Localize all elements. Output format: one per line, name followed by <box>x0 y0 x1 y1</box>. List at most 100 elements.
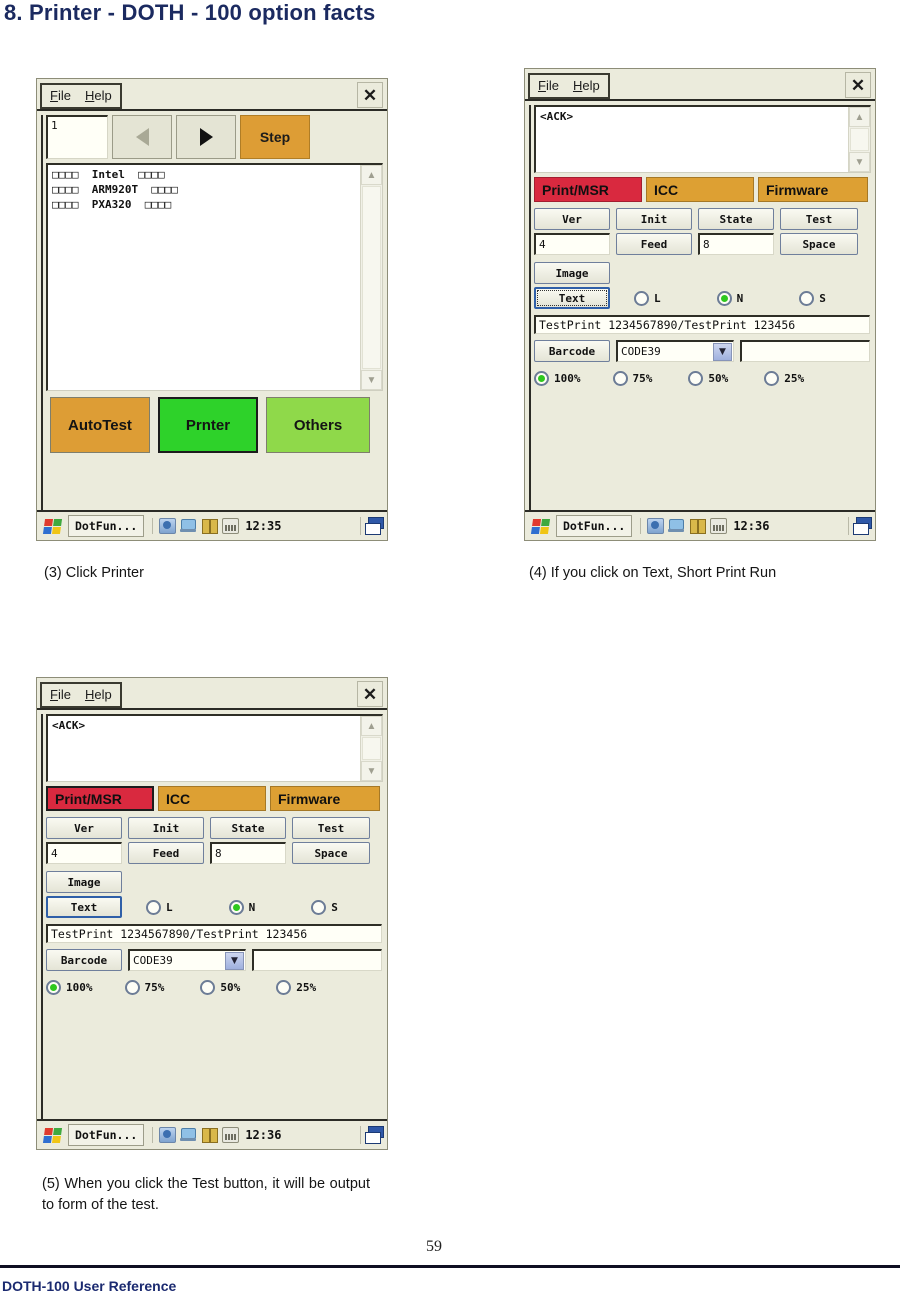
image-button[interactable]: Image <box>534 262 610 284</box>
tab-firmware[interactable]: Firmware <box>270 786 380 811</box>
state-button[interactable]: State <box>210 817 286 839</box>
space-button[interactable]: Space <box>292 842 370 864</box>
menu-item-help[interactable]: Help <box>85 687 112 702</box>
battery-icon[interactable] <box>201 518 219 534</box>
radio-scale-50[interactable]: 50% <box>200 980 240 995</box>
scroll-down-icon[interactable]: ▼ <box>849 152 870 172</box>
scrollbar-vertical[interactable]: ▲ ▼ <box>360 716 382 781</box>
text-button[interactable]: Text <box>534 287 610 309</box>
test-string-input[interactable]: TestPrint 1234567890/TestPrint 123456 <box>534 315 870 334</box>
menu-item-help[interactable]: Help <box>85 88 112 103</box>
radio-dot-25[interactable] <box>276 980 292 995</box>
scroll-up-icon[interactable]: ▲ <box>361 716 382 736</box>
taskbar-app-button[interactable]: DotFun... <box>68 1124 145 1146</box>
printer-button[interactable]: Prnter <box>158 397 258 453</box>
scrollbar-vertical[interactable]: ▲ ▼ <box>848 107 870 172</box>
radio-size-s[interactable]: S <box>799 290 826 306</box>
init-button[interactable]: Init <box>616 208 692 230</box>
taskbar-clock[interactable]: 12:36 <box>245 1128 281 1142</box>
radio-size-s[interactable]: S <box>311 899 338 915</box>
test-button[interactable]: Test <box>292 817 370 839</box>
start-button[interactable] <box>40 1124 64 1146</box>
barcode-value-input[interactable] <box>740 340 870 362</box>
barcode-type-select[interactable]: CODE39 ▼ <box>128 949 246 971</box>
network-icon[interactable] <box>159 1127 177 1143</box>
feed-input[interactable]: 4 <box>534 233 610 255</box>
network-icon[interactable] <box>159 518 177 534</box>
feed-button[interactable]: Feed <box>616 233 692 255</box>
menu-item-file[interactable]: File <box>50 687 71 702</box>
scroll-track[interactable] <box>850 128 869 151</box>
space-button[interactable]: Space <box>780 233 858 255</box>
feed-input[interactable]: 4 <box>46 842 122 864</box>
monitor-icon[interactable] <box>668 518 685 534</box>
taskbar-app-button[interactable]: DotFun... <box>68 515 145 537</box>
menu-item-help[interactable]: Help <box>573 78 600 93</box>
tab-icc[interactable]: ICC <box>646 177 754 202</box>
radio-scale-100[interactable]: 100% <box>534 371 581 386</box>
test-button[interactable]: Test <box>780 208 858 230</box>
keyboard-icon[interactable] <box>222 1127 240 1143</box>
radio-dot-100[interactable] <box>46 980 61 995</box>
feed-button[interactable]: Feed <box>128 842 204 864</box>
prev-arrow-button[interactable] <box>112 115 172 159</box>
radio-dot-s[interactable] <box>799 290 815 306</box>
radio-dot-n[interactable] <box>716 290 732 306</box>
radio-dot-50[interactable] <box>688 371 704 386</box>
chevron-down-icon[interactable]: ▼ <box>225 951 244 970</box>
taskbar-app-button[interactable]: DotFun... <box>556 515 633 537</box>
scrollbar-vertical[interactable]: ▲ ▼ <box>360 165 382 390</box>
scroll-down-icon[interactable]: ▼ <box>361 761 382 781</box>
window-switcher-icon[interactable] <box>360 517 384 535</box>
scroll-up-icon[interactable]: ▲ <box>849 107 870 127</box>
close-icon[interactable]: ✕ <box>357 681 383 707</box>
radio-size-n[interactable]: N <box>716 290 743 306</box>
scroll-up-icon[interactable]: ▲ <box>361 165 382 185</box>
barcode-button[interactable]: Barcode <box>46 949 122 971</box>
radio-scale-50[interactable]: 50% <box>688 371 728 386</box>
radio-scale-75[interactable]: 75% <box>124 980 164 995</box>
tab-icc[interactable]: ICC <box>158 786 266 811</box>
state-button[interactable]: State <box>698 208 774 230</box>
taskbar-clock[interactable]: 12:35 <box>245 519 281 533</box>
radio-dot-l[interactable] <box>146 899 161 915</box>
step-button[interactable]: Step <box>240 115 310 159</box>
radio-dot-l[interactable] <box>634 290 649 306</box>
radio-scale-100[interactable]: 100% <box>46 980 93 995</box>
start-button[interactable] <box>40 515 64 537</box>
ver-button[interactable]: Ver <box>534 208 610 230</box>
start-button[interactable] <box>528 515 552 537</box>
monitor-icon[interactable] <box>180 1127 197 1143</box>
battery-icon[interactable] <box>201 1127 219 1143</box>
space-input[interactable]: 8 <box>698 233 774 255</box>
scroll-track[interactable] <box>362 186 381 369</box>
battery-icon[interactable] <box>689 518 707 534</box>
text-button[interactable]: Text <box>46 896 122 918</box>
log-output[interactable]: □□□□ Intel □□□□ □□□□ ARM920T □□□□ □□□□ P… <box>46 163 383 391</box>
chevron-down-icon[interactable]: ▼ <box>713 342 732 361</box>
scroll-track[interactable] <box>362 737 381 760</box>
menu-item-file[interactable]: File <box>538 78 559 93</box>
keyboard-icon[interactable] <box>222 518 240 534</box>
tab-print-msr[interactable]: Print/MSR <box>46 786 154 811</box>
monitor-icon[interactable] <box>180 518 197 534</box>
keyboard-icon[interactable] <box>710 518 728 534</box>
radio-dot-100[interactable] <box>534 371 549 386</box>
image-button[interactable]: Image <box>46 871 122 893</box>
autotest-button[interactable]: AutoTest <box>50 397 150 453</box>
log-output[interactable]: <ACK> ▲ ▼ <box>46 714 383 782</box>
radio-dot-75[interactable] <box>612 371 628 386</box>
space-input[interactable]: 8 <box>210 842 286 864</box>
tab-print-msr[interactable]: Print/MSR <box>534 177 642 202</box>
menu-item-file[interactable]: File <box>50 88 71 103</box>
close-icon[interactable]: ✕ <box>845 72 871 98</box>
radio-scale-25[interactable]: 25% <box>276 980 316 995</box>
radio-scale-75[interactable]: 75% <box>612 371 652 386</box>
window-switcher-icon[interactable] <box>360 1126 384 1144</box>
others-button[interactable]: Others <box>266 397 370 453</box>
radio-size-n[interactable]: N <box>228 899 255 915</box>
step-input[interactable]: 1 <box>46 115 108 159</box>
next-arrow-button[interactable] <box>176 115 236 159</box>
radio-dot-s[interactable] <box>311 899 327 915</box>
radio-dot-75[interactable] <box>124 980 140 995</box>
